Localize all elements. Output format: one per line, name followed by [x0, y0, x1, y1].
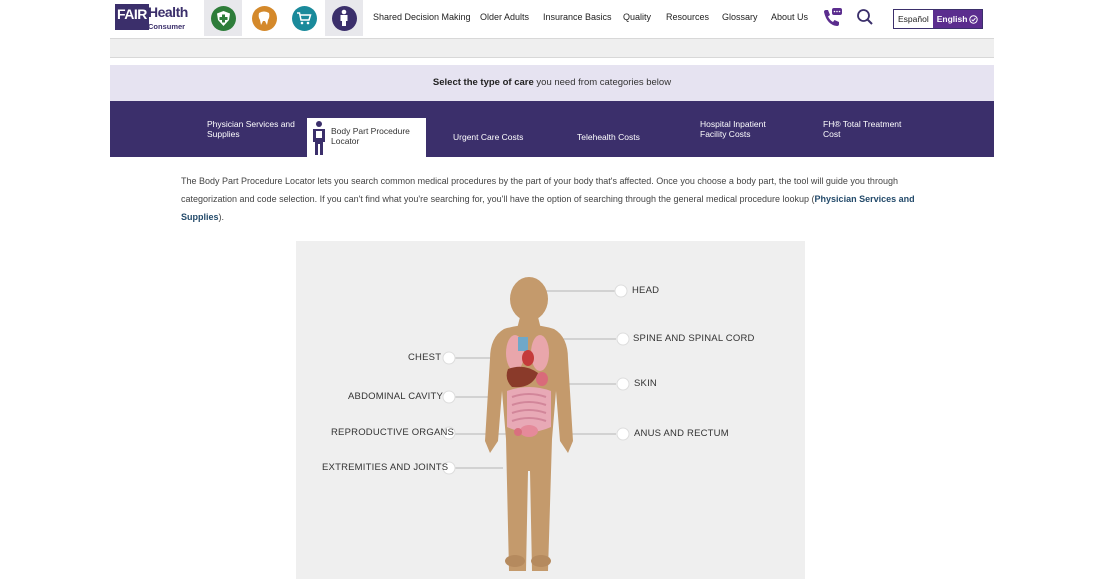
body-part-reproductive-organs[interactable]: REPRODUCTIVE ORGANS	[331, 427, 454, 438]
category-body-button[interactable]	[325, 0, 363, 36]
tab-label-line1: Urgent Care Costs	[453, 132, 524, 142]
site-header: FAIR Health Consumer Shared Decision Mak…	[0, 0, 1106, 38]
select-type-rest: you need from categories below	[533, 77, 672, 88]
language-switch: Español English	[893, 9, 984, 29]
intro-text: The Body Part Procedure Locator lets you…	[181, 176, 898, 204]
fair-health-logo[interactable]: FAIR Health Consumer	[115, 4, 188, 32]
category-medical-button[interactable]	[204, 0, 242, 36]
lang-english-button[interactable]: English	[932, 10, 983, 28]
logo-health: Health	[148, 4, 188, 20]
medical-plus-icon	[210, 5, 236, 31]
tab-label-line2: Cost	[823, 129, 841, 139]
tab-label-line1: Body Part Procedure	[331, 126, 410, 136]
tab-label-line1: FH® Total Treatment	[823, 119, 902, 129]
body-part-head[interactable]: HEAD	[632, 285, 659, 296]
body-part-anus-rectum[interactable]: ANUS AND RECTUM	[634, 428, 729, 439]
tab-label-line2: Supplies	[207, 129, 240, 139]
category-shopping-button[interactable]	[285, 0, 323, 36]
tooth-icon	[251, 5, 277, 31]
tab-total-treatment-cost[interactable]: FH® Total Treatment Cost	[823, 119, 901, 139]
nav-quality[interactable]: Quality	[623, 12, 651, 22]
search-icon[interactable]	[856, 8, 874, 31]
phone-chat-icon[interactable]	[821, 7, 843, 34]
body-part-abdominal-cavity[interactable]: ABDOMINAL CAVITY	[348, 391, 443, 402]
body-part-skin[interactable]: SKIN	[634, 378, 657, 389]
tab-urgent-care[interactable]: Urgent Care Costs	[453, 132, 523, 142]
tab-telehealth[interactable]: Telehealth Costs	[577, 132, 640, 142]
body-part-spine[interactable]: SPINE AND SPINAL CORD	[633, 333, 755, 344]
logo-fair: FAIR	[115, 4, 149, 30]
nav-older-adults[interactable]: Older Adults	[480, 12, 529, 22]
body-figure-icon	[311, 120, 327, 158]
tab-hospital-inpatient[interactable]: Hospital Inpatient Facility Costs	[700, 119, 766, 139]
nav-resources[interactable]: Resources	[666, 12, 709, 22]
body-illustration	[442, 277, 630, 571]
nav-about-us[interactable]: About Us	[771, 12, 808, 22]
secondary-bar	[110, 38, 994, 58]
nav-insurance-basics[interactable]: Insurance Basics	[543, 12, 612, 22]
tab-physician-services[interactable]: Physician Services and Supplies	[207, 119, 295, 139]
logo-consumer: Consumer	[148, 22, 186, 31]
tab-body-part-locator[interactable]: Body Part Procedure Locator	[307, 118, 426, 157]
body-part-extremities-joints[interactable]: EXTREMITIES AND JOINTS	[322, 462, 448, 473]
tab-label-line1: Hospital Inpatient	[700, 119, 766, 129]
nav-glossary[interactable]: Glossary	[722, 12, 758, 22]
cart-icon	[291, 5, 317, 31]
intro-end: ).	[218, 212, 225, 222]
tab-label-line2: Facility Costs	[700, 129, 751, 139]
tab-label-line2: Locator	[331, 136, 360, 146]
tab-label-line1: Telehealth Costs	[577, 132, 640, 142]
body-locator-figure: HEAD SPINE AND SPINAL CORD CHEST SKIN AB…	[296, 241, 805, 579]
lang-espanol-button[interactable]: Español	[894, 10, 933, 28]
category-dental-button[interactable]	[245, 0, 283, 36]
select-type-banner: Select the type of care you need from ca…	[110, 65, 994, 101]
check-circle-icon	[969, 14, 979, 24]
nav-shared-decision-making[interactable]: Shared Decision Making	[373, 12, 471, 22]
care-type-tabs: Physician Services and Supplies Body Par…	[110, 101, 994, 157]
person-icon	[331, 5, 357, 31]
intro-paragraph: The Body Part Procedure Locator lets you…	[181, 172, 921, 226]
body-part-chest[interactable]: CHEST	[408, 352, 441, 363]
select-type-bold: Select the type of care	[432, 77, 534, 88]
lang-english-label: English	[936, 13, 968, 24]
tab-label-line1: Physician Services and	[207, 119, 295, 129]
